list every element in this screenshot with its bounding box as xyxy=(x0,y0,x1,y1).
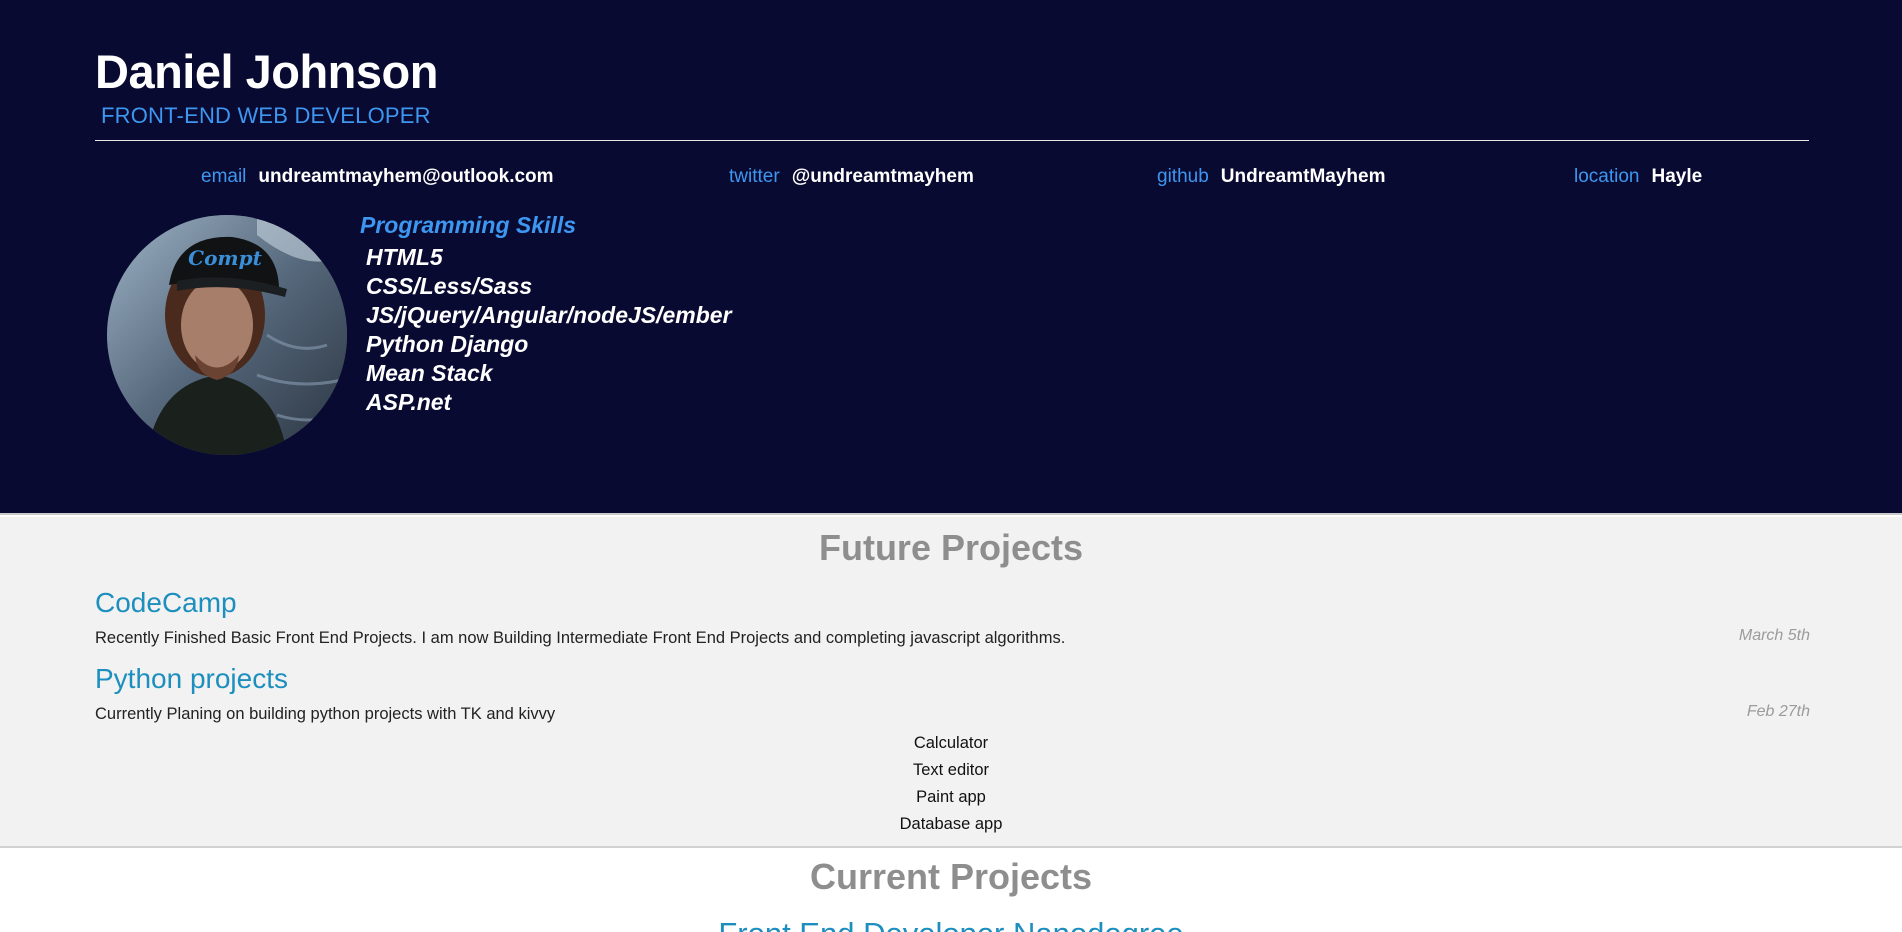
project-date: March 5th xyxy=(1738,627,1810,644)
profile-role: FRONT-END WEB DEVELOPER xyxy=(101,103,431,128)
contact-github-value[interactable]: UndreamtMayhem xyxy=(1221,166,1386,187)
skill-item: HTML5 xyxy=(366,244,443,270)
project-title-python[interactable]: Python projects xyxy=(95,663,288,695)
contact-email-value[interactable]: undreamtmayhem@outlook.com xyxy=(258,166,553,187)
list-item: Database app xyxy=(899,815,1003,833)
skills-title: Programming Skills xyxy=(360,212,577,238)
contact-twitter-value[interactable]: @undreamtmayhem xyxy=(792,166,974,187)
skills-list: Programming Skills HTML5 CSS/Less/Sass J… xyxy=(360,212,732,417)
contact-github-label: github xyxy=(1157,166,1209,187)
profile-header: Daniel Johnson FRONT-END WEB DEVELOPER e… xyxy=(0,0,1902,515)
list-item: Calculator xyxy=(913,734,989,752)
python-project-list: Calculator Text editor Paint app Databas… xyxy=(0,730,1902,838)
future-projects-section: Future Projects CodeCamp Recently Finish… xyxy=(0,517,1902,848)
list-item: Paint app xyxy=(916,788,986,806)
skill-item: ASP.net xyxy=(366,389,452,415)
contact-location-value: Hayle xyxy=(1651,166,1703,187)
cap-logo-text: Compt xyxy=(188,246,262,270)
current-project-title[interactable]: Front End Developer Nanodegree xyxy=(0,916,1902,932)
avatar: Compt xyxy=(107,215,347,455)
current-projects-title: Current Projects xyxy=(809,856,1093,897)
contact-email: email undreamtmayhem@outlook.com xyxy=(201,166,554,188)
skill-item: JS/jQuery/Angular/nodeJS/ember xyxy=(366,302,732,328)
profile-name: Daniel Johnson xyxy=(95,45,438,98)
skill-item: Mean Stack xyxy=(366,360,493,386)
contact-email-label: email xyxy=(201,166,247,187)
skill-item: CSS/Less/Sass xyxy=(366,273,533,299)
contact-location-label: location xyxy=(1574,166,1640,187)
project-description: Recently Finished Basic Front End Projec… xyxy=(95,629,1066,647)
future-projects-title: Future Projects xyxy=(818,527,1084,568)
project-date: Feb 27th xyxy=(1746,703,1810,720)
avatar-photo: Compt xyxy=(107,215,347,455)
contact-github: github UndreamtMayhem xyxy=(1157,166,1386,188)
project-description: Currently Planing on building python pro… xyxy=(95,705,556,723)
contact-location: location Hayle xyxy=(1574,166,1702,188)
contact-twitter: twitter @undreamtmayhem xyxy=(729,166,974,188)
list-item: Text editor xyxy=(912,761,990,779)
contact-twitter-label: twitter xyxy=(729,166,780,187)
skill-item: Python Django xyxy=(366,331,529,357)
header-divider xyxy=(95,140,1809,141)
project-title-codecamp[interactable]: CodeCamp xyxy=(95,587,237,619)
current-projects-section: Current Projects Front End Developer Nan… xyxy=(0,850,1902,932)
